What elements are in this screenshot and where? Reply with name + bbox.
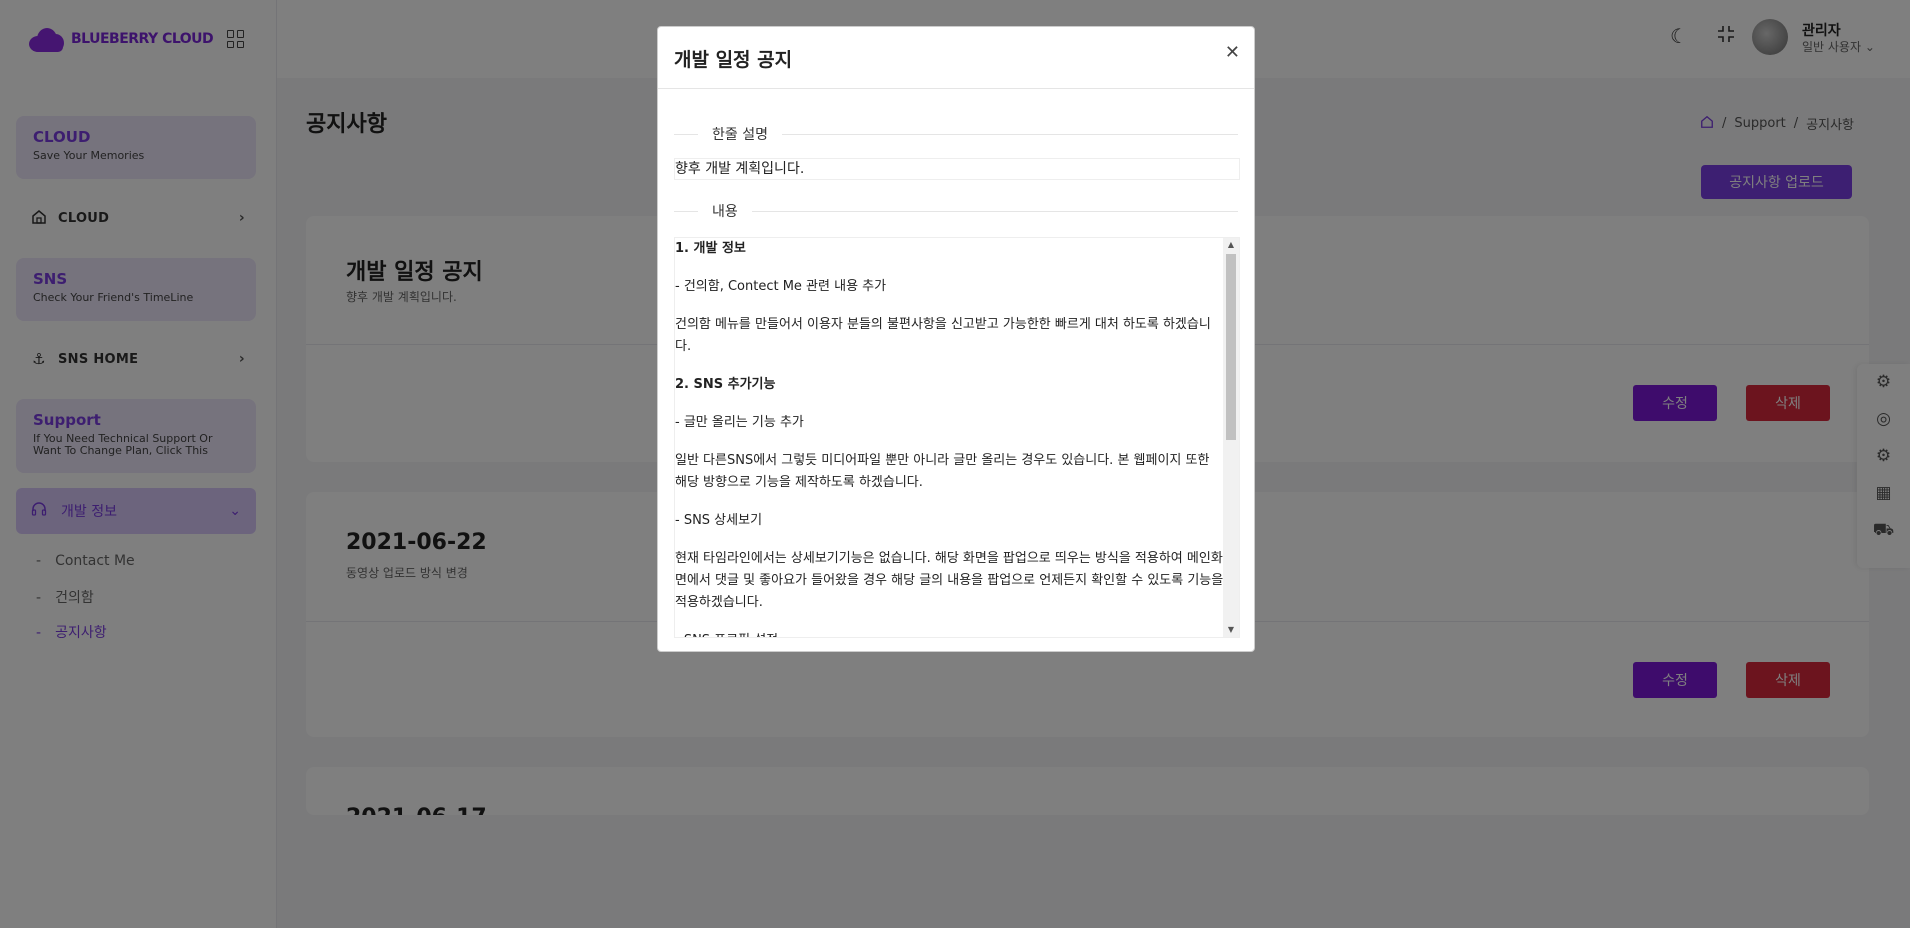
content-paragraph: - 글만 올리는 기능 추가 [675,415,804,430]
content-body: 1. 개발 정보 - 건의함, Contect Me 관련 내용 추가건의함 메… [675,238,1225,637]
scroll-up-icon[interactable]: ▲ [1223,238,1239,252]
scroll-down-icon[interactable]: ▼ [1223,623,1239,637]
scroll-thumb[interactable] [1226,254,1236,440]
content-paragraph: 2. SNS 추가기능 [675,377,776,392]
summary-legend: 한줄 설명 [674,124,1238,144]
content-paragraph: 일반 다른SNS에서 그렇듯 미디어파일 뿐만 아니라 글만 올리는 경우도 있… [675,453,1210,490]
content-paragraph: 1. 개발 정보 [675,241,746,256]
modal-title: 개발 일정 공지 [674,49,793,71]
content-textarea[interactable]: 1. 개발 정보 - 건의함, Contect Me 관련 내용 추가건의함 메… [674,237,1240,638]
content-paragraph: 현재 타임라인에서는 상세보기기능은 없습니다. 해당 화면을 팝업으로 띄우는… [675,551,1224,610]
summary-field[interactable]: 향후 개발 계획입니다. [674,158,1240,180]
content-paragraph: - SNS 프로필 설정 [675,630,1225,637]
content-paragraph: 건의함 메뉴를 만들어서 이용자 분들의 불편사항을 신고받고 가능한한 빠르게… [675,317,1211,354]
vertical-scrollbar[interactable]: ▲ ▼ [1223,238,1239,637]
close-icon[interactable]: ✕ [1225,42,1240,63]
content-legend: 내용 [674,201,1238,221]
content-paragraph: - SNS 상세보기 [675,513,763,528]
modal-header: 개발 일정 공지 ✕ [658,27,1254,89]
notice-modal: 개발 일정 공지 ✕ 한줄 설명 향후 개발 계획입니다. 내용 1. 개발 정… [657,26,1255,652]
content-paragraph: - 건의함, Contect Me 관련 내용 추가 [675,279,887,294]
